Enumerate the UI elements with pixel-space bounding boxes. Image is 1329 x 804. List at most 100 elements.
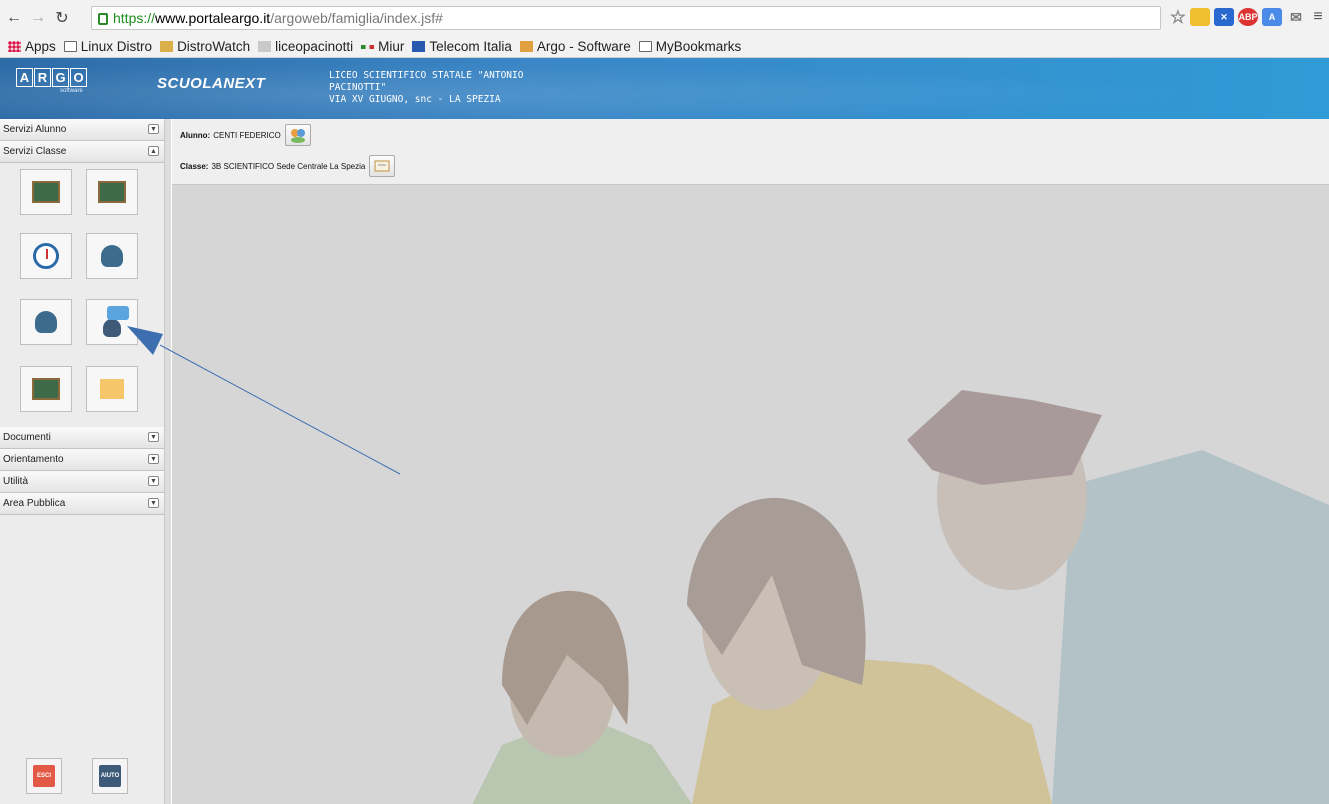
section-area-pubblica[interactable]: Area Pubblica ▼ (0, 493, 164, 515)
student-label: Alunno: (180, 130, 211, 140)
argo-logo: A R G O (16, 68, 88, 87)
chevron-down-icon[interactable]: ▼ (148, 476, 159, 486)
people-board-icon (101, 245, 123, 267)
select-class-button[interactable] (369, 155, 396, 177)
bookmark-apps[interactable]: Apps (8, 39, 56, 54)
people-building-icon (35, 311, 57, 333)
select-student-button[interactable] (284, 124, 311, 146)
exit-button[interactable]: ESCI (26, 758, 62, 794)
tile-orario-classe[interactable] (20, 169, 72, 215)
back-icon[interactable]: ← (4, 8, 24, 28)
address-bar[interactable]: https://www.portaleargo.it/argoweb/famig… (91, 6, 1161, 30)
bookmark-label: Miur (378, 39, 405, 54)
section-servizi-classe[interactable]: Servizi Classe ▲ (0, 141, 164, 163)
tile-registro[interactable] (86, 169, 138, 215)
tile-compiti[interactable] (20, 366, 72, 412)
exit-label: ESCI (33, 765, 55, 787)
class-name: 3B SCIENTIFICO Sede Centrale La Spezia (211, 161, 366, 171)
logo-letter: O (70, 68, 87, 87)
class-board-icon (374, 160, 390, 172)
bookmark-label: liceopacinotti (275, 39, 354, 54)
miur-icon (361, 44, 375, 49)
section-servizi-alunno[interactable]: Servizi Alunno ▼ (0, 119, 164, 141)
servizi-classe-tiles (0, 163, 164, 427)
sidebar: Servizi Alunno ▼ Servizi Classe ▲ Document… (0, 119, 171, 804)
background-illustration (172, 185, 1329, 804)
logo-letter: A (16, 68, 33, 87)
extension-icon[interactable] (1190, 8, 1210, 26)
chevron-down-icon[interactable]: ▼ (148, 124, 159, 134)
logo-letter: R (34, 68, 51, 87)
bookmark-linux-distro[interactable]: Linux Distro (63, 39, 152, 54)
logo-subtitle: software (60, 88, 83, 94)
bookmark-label: DistroWatch (177, 39, 251, 54)
bookmark-argo-software[interactable]: Argo - Software (519, 39, 631, 54)
app-header: A R G O software SCUOLANEXT LICEO SCIENT… (0, 58, 1329, 119)
sticky-note-icon (100, 379, 124, 399)
url-host: www.portaleargo.it (155, 10, 271, 26)
tile-people-building[interactable] (20, 299, 72, 345)
reload-icon[interactable]: ↻ (52, 8, 72, 28)
chevron-down-icon[interactable]: ▼ (148, 432, 159, 442)
section-label: Utilità (3, 476, 29, 487)
folder-icon (638, 41, 652, 52)
help-label: AIUTO (99, 765, 121, 787)
bookmark-telecom-italia[interactable]: Telecom Italia (412, 39, 512, 54)
argo-icon (519, 41, 533, 52)
lock-icon (98, 13, 108, 25)
tile-bacheca[interactable] (86, 299, 138, 345)
bookmark-liceopacinotti[interactable]: liceopacinotti (258, 39, 353, 54)
bookmark-star-icon[interactable]: ☆ (1168, 7, 1188, 27)
browser-toolbar: ← → ↻ https://www.portaleargo.it/argoweb… (0, 0, 1329, 36)
chevron-down-icon[interactable]: ▼ (148, 454, 159, 464)
board-pencil-icon (98, 181, 126, 203)
forward-icon[interactable]: → (28, 8, 48, 28)
board-person-icon (32, 378, 60, 400)
section-orientamento[interactable]: Orientamento ▼ (0, 449, 164, 471)
extension-icon[interactable]: ✕ (1214, 8, 1234, 26)
adblock-icon[interactable]: ABP (1238, 8, 1258, 26)
site-icon (258, 41, 272, 52)
bookmark-miur[interactable]: Miur (361, 39, 404, 54)
tile-note[interactable] (86, 366, 138, 412)
main-content: Alunno: CENTI FEDERICO Classe: 3B SCIENT… (172, 119, 1329, 804)
class-label: Classe: (180, 161, 209, 171)
section-label: Servizi Classe (3, 146, 67, 157)
section-label: Servizi Alunno (3, 124, 67, 135)
section-utilita[interactable]: Utilità ▼ (0, 471, 164, 493)
bookmark-label: Argo - Software (536, 39, 631, 54)
bookmark-distrowatch[interactable]: DistroWatch (160, 39, 250, 54)
brand-name: SCUOLANEXT (157, 75, 266, 92)
bookmarks-bar: Apps Linux Distro DistroWatch liceopacin… (0, 36, 1329, 58)
menu-icon[interactable]: ≡ (1308, 8, 1328, 26)
board-clock-icon (32, 181, 60, 203)
school-line: LICEO SCIENTIFICO STATALE "ANTONIO (329, 70, 524, 81)
mail-icon[interactable]: ✉ (1286, 8, 1306, 26)
bookmark-label: MyBookmarks (655, 39, 742, 54)
chevron-down-icon[interactable]: ▼ (148, 498, 159, 508)
telecom-icon (412, 41, 426, 52)
school-info: LICEO SCIENTIFICO STATALE "ANTONIO PACIN… (329, 70, 569, 106)
school-line: VIA XV GIUGNO, snc - LA SPEZIA (329, 94, 501, 105)
help-button[interactable]: AIUTO (92, 758, 128, 794)
students-icon (290, 129, 305, 143)
bookmark-label: Telecom Italia (429, 39, 512, 54)
translate-icon[interactable]: A (1262, 8, 1282, 26)
student-row: Alunno: CENTI FEDERICO (180, 124, 311, 146)
tile-orario[interactable] (20, 233, 72, 279)
tile-docenti-classe[interactable] (86, 233, 138, 279)
url-path: /argoweb/famiglia/index.jsf# (270, 10, 443, 26)
clock-icon (33, 243, 59, 269)
student-name: CENTI FEDERICO (213, 130, 281, 140)
chevron-up-icon[interactable]: ▲ (148, 146, 159, 156)
student-info-bar: Alunno: CENTI FEDERICO Classe: 3B SCIENT… (172, 119, 1329, 185)
school-line: PACINOTTI" (329, 82, 387, 93)
section-label: Documenti (3, 432, 51, 443)
chat-bubble-icon (107, 306, 129, 320)
section-documenti[interactable]: Documenti ▼ (0, 427, 164, 449)
folder-icon (63, 41, 77, 52)
sidebar-scrollbar[interactable] (164, 119, 171, 804)
url-scheme: https:// (113, 10, 156, 26)
bookmark-mybookmarks[interactable]: MyBookmarks (638, 39, 742, 54)
section-label: Area Pubblica (3, 498, 66, 509)
